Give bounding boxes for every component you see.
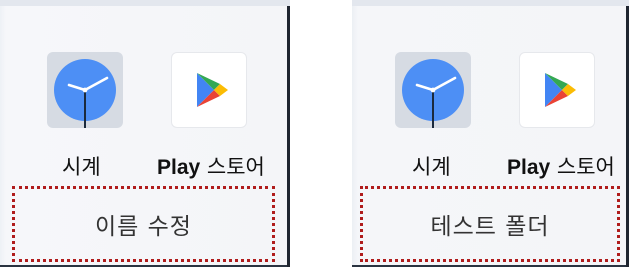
clock-icon[interactable] [47,52,123,128]
play-store-label-latin: Play [507,156,551,179]
app-label-play-store[interactable]: Play 스토어 [157,151,265,181]
folder-panel-left: 시계 Play 스토어 이름 수정 [0,0,290,267]
play-store-icon-graphic [545,73,576,107]
folder-name-field[interactable]: 테스트 폴더 [360,186,620,262]
app-label-clock[interactable]: 시계 [62,151,101,181]
play-store-label-rest: 스토어 [550,155,615,179]
clock-icon[interactable] [395,52,471,128]
clock-label-text: 시계 [62,155,101,179]
folder-name-text: 이름 수정 [95,214,192,240]
play-store-label-rest: 스토어 [200,155,265,179]
play-store-icon-graphic [197,73,228,107]
folder-panel-right: 시계 Play 스토어 테스트 폴더 [352,0,629,267]
play-store-label-latin: Play [157,156,201,179]
clock-label-text: 시계 [412,155,451,179]
folder-name-field[interactable]: 이름 수정 [12,186,275,262]
play-store-icon[interactable] [171,52,247,128]
app-label-play-store[interactable]: Play 스토어 [507,151,615,181]
clock-icon-graphic [54,59,116,128]
folder-name-text: 테스트 폴더 [430,214,550,240]
panel-top-edge [0,0,290,6]
app-label-clock[interactable]: 시계 [412,151,451,181]
clock-icon-graphic [402,59,464,128]
play-store-icon[interactable] [519,52,595,128]
panel-top-edge [352,0,629,6]
